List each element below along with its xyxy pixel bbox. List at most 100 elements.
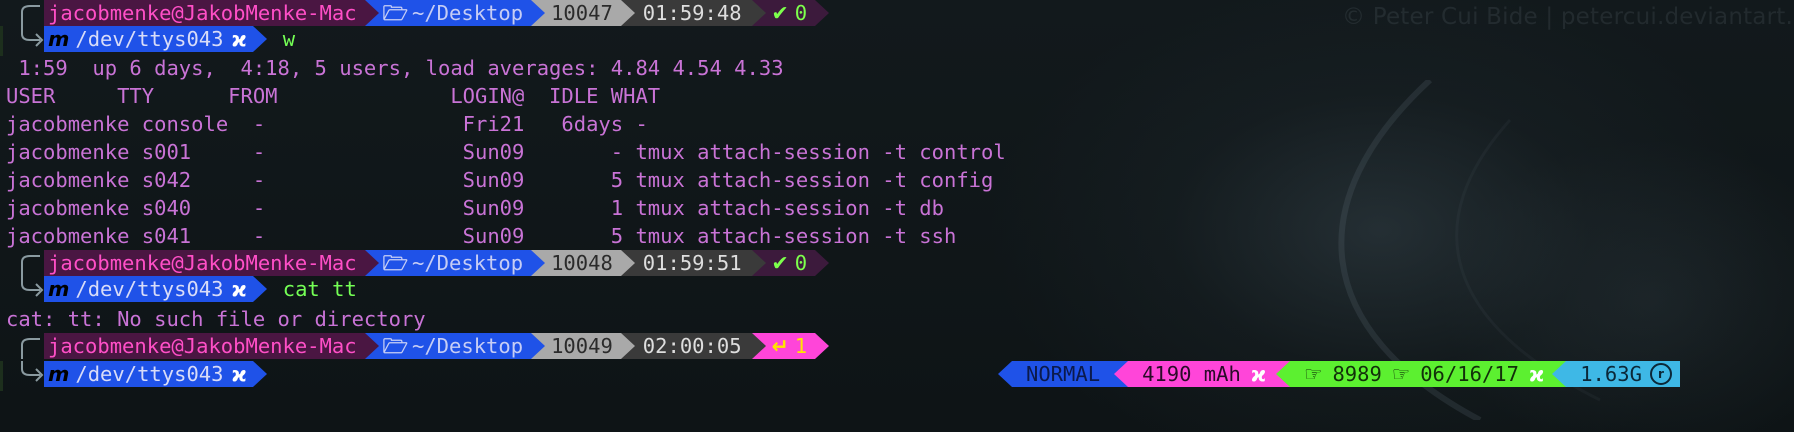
m-logo-icon: m <box>48 277 70 301</box>
prompt-corner-top <box>21 338 40 359</box>
prompt-directory: 🗁 ~/Desktop <box>378 333 532 359</box>
prompt-tty: m/dev/ttys043 ϰ <box>44 26 253 52</box>
prompt-status-code: 0 <box>794 251 808 275</box>
prompt-status: ✔ 0 <box>765 250 816 276</box>
prompt-corner-bottom <box>21 26 44 47</box>
command-text: w <box>282 27 296 51</box>
segment-arrow <box>531 250 546 276</box>
w-header: USER TTY FROM LOGIN@ IDLE WHAT <box>6 84 661 108</box>
prompt-input-line-3[interactable]: m/dev/ttys043 ϰ <box>0 361 283 387</box>
segment-arrow <box>620 0 635 26</box>
prompt-user-host: jacobmenke@JakobMenke-Mac <box>44 0 365 26</box>
prompt-directory-text: ~/Desktop <box>411 1 524 25</box>
prompt-input-line-2: m/dev/ttys043 ϰ cat tt <box>0 276 357 302</box>
battery-status: 4190 mAh ϰ <box>1128 361 1277 387</box>
counter-date-status: ☞ 8989 ☞ 06/16/17 ϰ <box>1290 361 1553 387</box>
segment-arrow <box>620 250 635 276</box>
prompt-tty: m/dev/ttys043 ϰ <box>44 361 253 387</box>
vi-mode-indicator: NORMAL <box>1012 361 1115 387</box>
segment-arrow <box>815 0 830 26</box>
segment-arrow <box>252 276 267 302</box>
prompt-tty-text: /dev/ttys043 <box>75 277 224 301</box>
prompt-directory: 🗁 ~/Desktop <box>378 0 532 26</box>
folder-open-icon: 🗁 <box>382 1 408 25</box>
clock-icon: r <box>1649 363 1672 385</box>
segment-arrow <box>364 333 379 359</box>
segment-arrow <box>1552 361 1567 387</box>
date-text: 06/16/17 <box>1420 362 1519 386</box>
prompt-corner-bottom <box>21 276 44 297</box>
prompt-status-code: 0 <box>794 1 808 25</box>
prompt-time: 02:00:05 <box>634 333 752 359</box>
segment-arrow <box>998 361 1012 387</box>
segment-arrow <box>815 250 830 276</box>
prompt-status: ✔ 0 <box>765 0 816 26</box>
xing-icon: ϰ <box>231 277 247 301</box>
xing-icon: ϰ <box>1250 362 1267 386</box>
hand-icon: ☞ <box>1304 362 1323 386</box>
xing-icon: ϰ <box>1528 362 1545 386</box>
prompt-line-1: jacobmenke@JakobMenke-Mac 🗁 ~/Desktop 100… <box>0 0 830 26</box>
left-cursor-mark <box>0 361 3 391</box>
right-status-bar: NORMAL 4190 mAh ϰ ☞ 8989 ☞ 06/16/17 ϰ 1.63G r <box>998 361 1680 387</box>
folder-open-icon: 🗁 <box>382 334 408 358</box>
prompt-history-number: 10048 <box>545 250 621 276</box>
segment-arrow <box>364 0 379 26</box>
xing-icon: ϰ <box>231 362 247 386</box>
m-logo-icon: m <box>48 27 70 51</box>
segment-arrow <box>531 333 546 359</box>
prompt-directory-text: ~/Desktop <box>411 334 524 358</box>
prompt-status-code: 1 <box>794 334 808 358</box>
prompt-directory: 🗁 ~/Desktop <box>378 250 532 276</box>
prompt-time: 01:59:51 <box>634 250 752 276</box>
segment-arrow <box>751 250 766 276</box>
segment-arrow <box>751 0 766 26</box>
segment-arrow <box>364 250 379 276</box>
segment-arrow <box>252 361 267 387</box>
checkmark-icon: ✔ <box>771 251 789 275</box>
prompt-input-line-1: m/dev/ttys043 ϰ w <box>0 26 295 52</box>
w-row: jacobmenke s041 - Sun09 5 tmux attach-se… <box>6 224 957 248</box>
hand-icon: ☞ <box>1391 362 1411 386</box>
segment-arrow <box>531 0 546 26</box>
prompt-time: 01:59:48 <box>634 0 752 26</box>
memory-status: 1.63G r <box>1566 361 1680 387</box>
prompt-tty-text: /dev/ttys043 <box>75 27 224 51</box>
prompt-line-2: jacobmenke@JakobMenke-Mac 🗁 ~/Desktop 100… <box>0 250 830 276</box>
prompt-corner-top <box>21 5 40 26</box>
command-text: cat tt <box>282 277 357 301</box>
prompt-history-number: 10047 <box>545 0 621 26</box>
segment-arrow <box>252 26 267 52</box>
prompt-user-host: jacobmenke@JakobMenke-Mac <box>44 250 365 276</box>
prompt-status: ↵ 1 <box>765 333 816 359</box>
checkmark-icon: ✔ <box>771 1 789 25</box>
w-row: jacobmenke s042 - Sun09 5 tmux attach-se… <box>6 168 994 192</box>
prompt-directory-text: ~/Desktop <box>411 251 524 275</box>
segment-arrow <box>751 333 766 359</box>
w-row: jacobmenke s040 - Sun09 1 tmux attach-se… <box>6 196 944 220</box>
prompt-user-host: jacobmenke@JakobMenke-Mac <box>44 333 365 359</box>
uptime-line: 1:59 up 6 days, 4:18, 5 users, load aver… <box>6 56 784 80</box>
segment-arrow <box>620 333 635 359</box>
watermark-text: © Peter Cui Bide | petercui.deviantart.c… <box>1342 4 1794 30</box>
segment-arrow <box>815 333 830 359</box>
w-row: jacobmenke s001 - Sun09 - tmux attach-se… <box>6 140 1006 164</box>
folder-open-icon: 🗁 <box>382 251 408 275</box>
counter-text: 8989 <box>1332 362 1382 386</box>
battery-text: 4190 mAh <box>1142 362 1241 386</box>
segment-arrow <box>1114 361 1129 387</box>
left-cursor-mark <box>0 26 3 56</box>
cat-error-line: cat: tt: No such file or directory <box>6 307 426 331</box>
prompt-line-3: jacobmenke@JakobMenke-Mac 🗁 ~/Desktop 100… <box>0 333 830 359</box>
w-row: jacobmenke console - Fri21 6days - <box>6 112 648 136</box>
prompt-corner-top <box>21 255 40 276</box>
prompt-history-number: 10049 <box>545 333 621 359</box>
m-logo-icon: m <box>48 362 70 386</box>
prompt-corner-bottom <box>21 361 44 382</box>
prompt-tty-text: /dev/ttys043 <box>75 362 224 386</box>
command-input[interactable] <box>267 361 283 387</box>
segment-arrow <box>1276 361 1291 387</box>
prompt-tty: m/dev/ttys043 ϰ <box>44 276 253 302</box>
xing-icon: ϰ <box>231 27 247 51</box>
return-arrow-icon: ↵ <box>771 334 789 358</box>
